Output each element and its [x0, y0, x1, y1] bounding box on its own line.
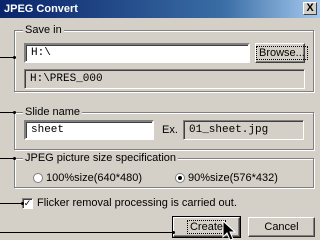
callout-line-jpeg-size: [0, 158, 14, 159]
callout-line-save-in: [0, 57, 14, 58]
radio-100-percent[interactable]: [33, 173, 43, 183]
window-title: JPEG Convert: [4, 3, 78, 15]
cancel-button[interactable]: Cancel: [248, 217, 315, 237]
callout-dot-jpeg-size: [13, 157, 16, 160]
browse-label: Browse...: [256, 46, 308, 60]
slide-name-label: Slide name: [23, 106, 83, 118]
callout-dot-save-in: [13, 56, 16, 59]
callout-line-flicker: [0, 203, 22, 204]
callout-line-slide-name: [0, 112, 14, 113]
create-label: Create: [186, 220, 227, 234]
radio-90-percent-label: 90%size(576*432): [188, 172, 278, 184]
slide-name-input[interactable]: sheet: [24, 120, 154, 140]
flicker-checkbox-label: Flicker removal processing is carried ou…: [37, 197, 237, 209]
callout-line-create: [0, 232, 173, 233]
radio-90-percent[interactable]: [175, 173, 185, 183]
close-button[interactable]: X: [303, 2, 317, 15]
callout-dot-slide-name: [13, 111, 16, 114]
mouse-cursor-icon: [222, 220, 237, 241]
cancel-label: Cancel: [264, 221, 299, 233]
jpeg-convert-dialog: JPEG Convert X Save in H:\ Browse... H:\…: [0, 0, 320, 241]
radio-selected-dot: [178, 176, 182, 180]
radio-100-percent-label: 100%size(640*480): [46, 172, 143, 184]
current-path-display: H:\PRES_000: [24, 69, 305, 89]
save-in-label: Save in: [23, 24, 64, 36]
jpeg-size-label: JPEG picture size specification: [23, 152, 179, 164]
example-label: Ex.: [162, 124, 178, 136]
save-in-input[interactable]: H:\: [24, 43, 250, 63]
example-filename-display: 01_sheet.jpg: [183, 120, 304, 140]
callout-dot-flicker: [21, 202, 24, 205]
title-bar[interactable]: JPEG Convert X: [0, 0, 320, 18]
callout-dot-create: [172, 231, 175, 234]
browse-button[interactable]: Browse...: [255, 43, 308, 63]
